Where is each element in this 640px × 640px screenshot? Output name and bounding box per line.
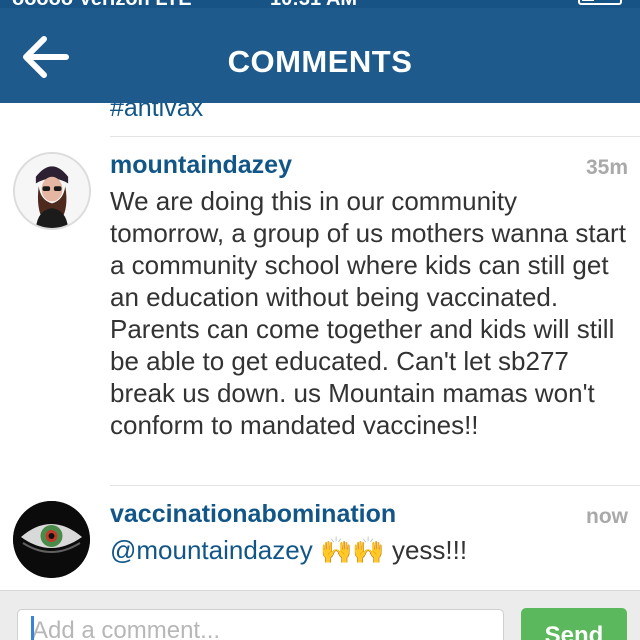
comment-timestamp: now: [586, 505, 628, 528]
comment-body: We are doing this in our community tomor…: [110, 186, 626, 440]
hashtag-link[interactable]: #antivax: [110, 103, 203, 123]
comments-list[interactable]: #antivax mountaindazey 35m We are doing …: [0, 103, 640, 590]
comment-username[interactable]: mountaindazey: [110, 151, 292, 180]
comment-timestamp: 35m: [585, 156, 628, 179]
mention-link[interactable]: @mountaindazey: [110, 535, 313, 565]
clock-label: 10:31 AM: [270, 0, 357, 8]
eye-logo-icon: [13, 501, 90, 578]
battery-icon: [578, 0, 622, 5]
profile-photo-icon: [15, 154, 89, 228]
comment-input[interactable]: [17, 609, 504, 640]
comment-composer: Send: [0, 590, 640, 640]
status-bar: ooooo Verizon LTE 10:31 AM: [0, 0, 640, 8]
comment-username[interactable]: vaccinationabomination: [110, 500, 396, 529]
comment-divider: [110, 136, 640, 137]
reply-text: yess!!!: [391, 535, 468, 565]
comment-divider: [110, 485, 640, 486]
carrier-label: ooooo Verizon LTE: [12, 0, 192, 8]
page-title: COMMENTS: [227, 44, 413, 79]
raised-hands-emoji: 🙌🙌: [319, 535, 385, 565]
avatar[interactable]: [13, 501, 90, 578]
text-cursor: [31, 616, 34, 640]
comment-body: @mountaindazey 🙌🙌 yess!!!: [110, 534, 630, 566]
avatar[interactable]: [13, 152, 91, 230]
navigation-bar: COMMENTS: [0, 8, 640, 103]
send-button[interactable]: Send: [521, 608, 627, 640]
